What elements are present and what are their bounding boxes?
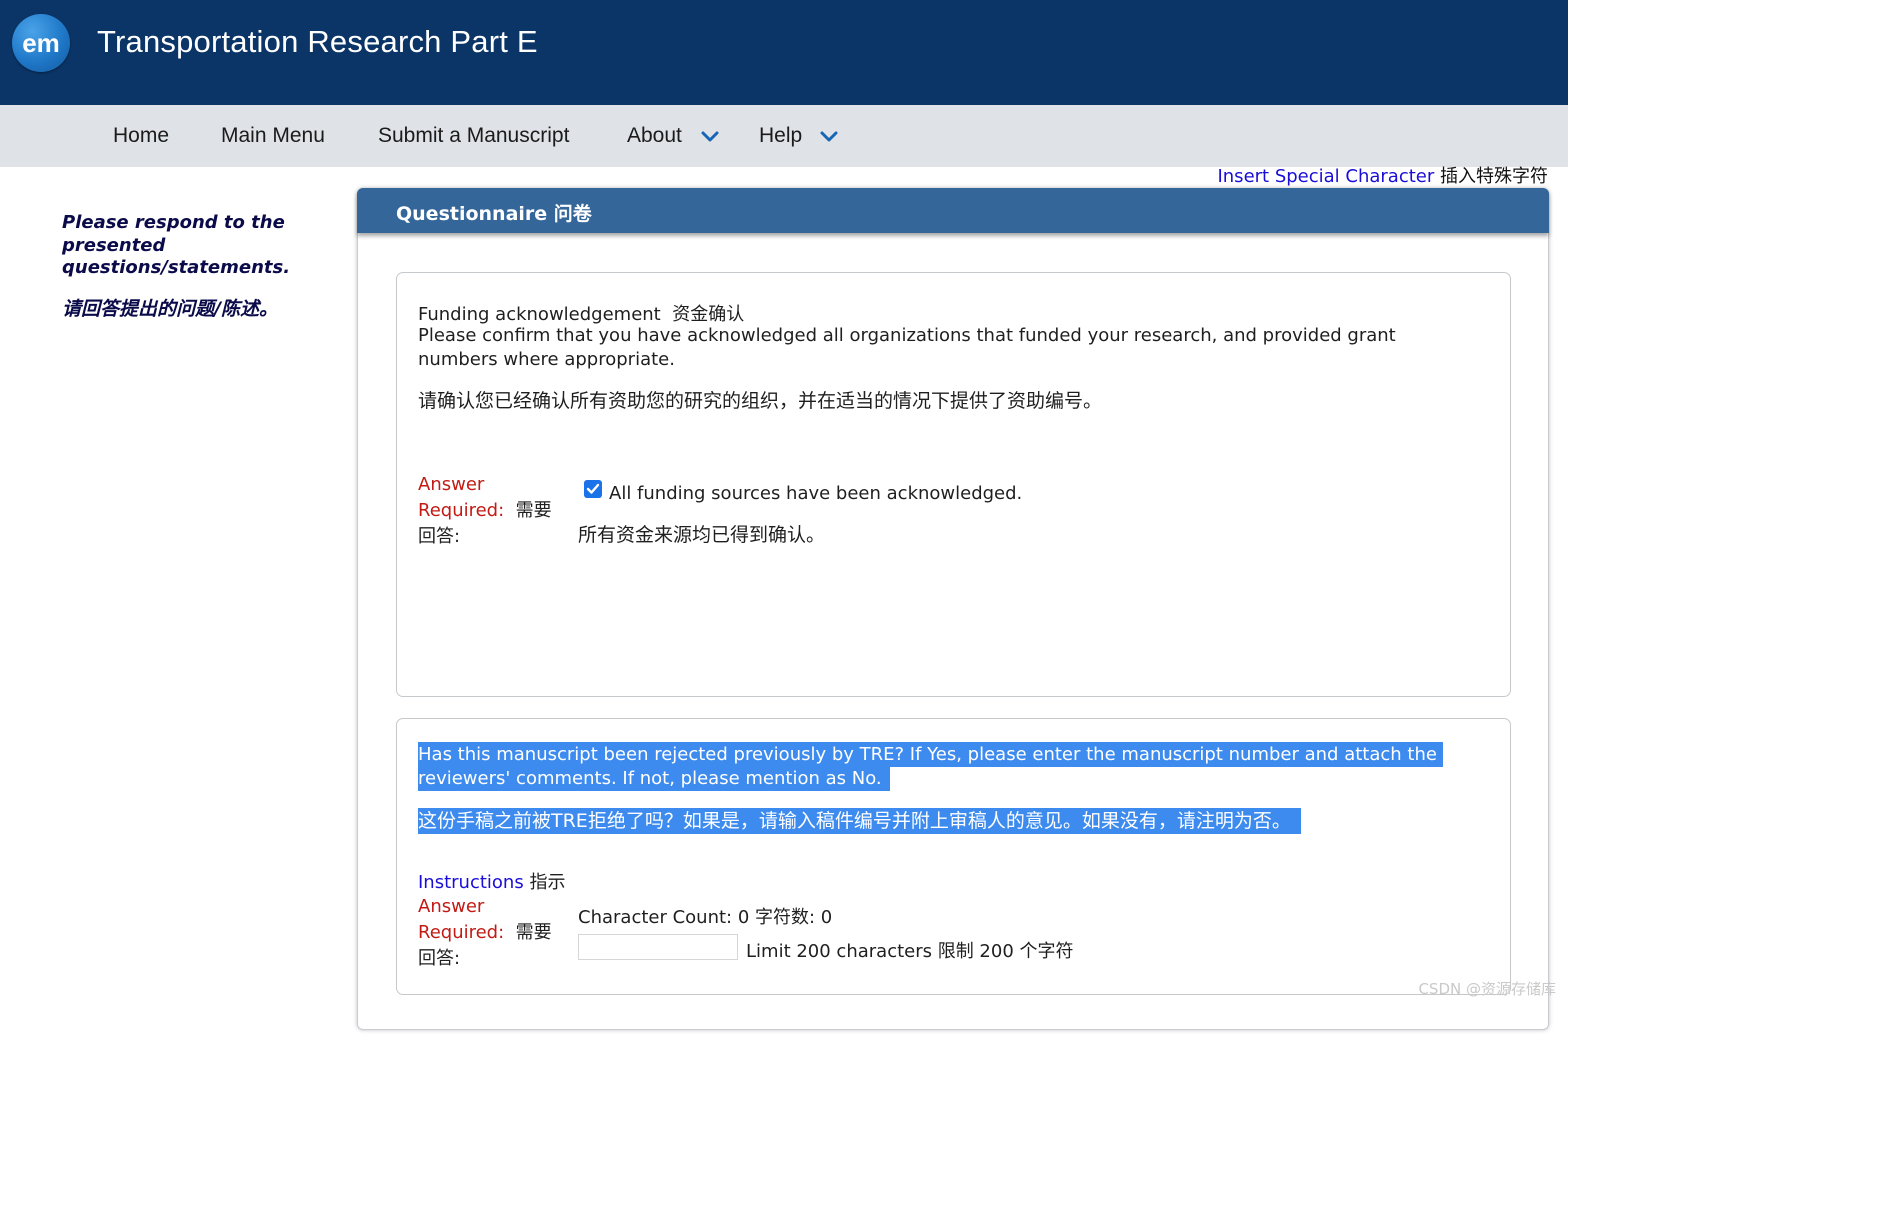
- chevron-down-icon[interactable]: [700, 126, 720, 146]
- insert-special-character-link[interactable]: Insert Special Character: [1217, 166, 1434, 187]
- character-limit: Limit 200 characters 限制 200 个字符: [746, 941, 1074, 962]
- nav-help[interactable]: Help: [759, 124, 802, 148]
- nav-home[interactable]: Home: [113, 124, 169, 148]
- em-logo[interactable]: em: [12, 14, 70, 72]
- question-text-zh: 请确认您已经确认所有资助您的研究的组织，并在适当的情况下提供了资助编号。: [418, 390, 1103, 412]
- nav-main-menu[interactable]: Main Menu: [221, 124, 325, 148]
- question-text: Has this manuscript been rejected previo…: [418, 742, 1485, 767]
- question-text: reviewers' comments. If not, please ment…: [418, 766, 890, 791]
- instructions-link[interactable]: Instructions: [418, 872, 524, 893]
- sidebar-instruction-zh: 请回答提出的问题/陈述。: [62, 298, 278, 320]
- sidebar-instruction: Please respond to the presented question…: [62, 212, 291, 278]
- instructions: Instructions 指示: [418, 872, 566, 893]
- character-count: Character Count: 0 字符数: 0: [578, 907, 833, 928]
- nav-about[interactable]: About: [627, 124, 682, 148]
- watermark: CSDN @资源存储库: [1418, 980, 1556, 998]
- journal-title: Transportation Research Part E: [97, 24, 538, 59]
- insert-special-character: Insert Special Character 插入特殊字符: [1217, 162, 1548, 188]
- question-text: Please confirm that you have acknowledge…: [418, 325, 1396, 346]
- checkbox-label-zh: 所有资金来源均已得到确认。: [578, 524, 826, 546]
- question-text: numbers where appropriate.: [418, 349, 675, 370]
- nav-submit-manuscript[interactable]: Submit a Manuscript: [378, 124, 569, 148]
- checkmark-icon: [586, 483, 600, 494]
- panel-title: Questionnaire 问卷: [396, 203, 592, 225]
- checkbox-label[interactable]: All funding sources have been acknowledg…: [609, 483, 1022, 504]
- chevron-down-icon[interactable]: [819, 126, 839, 146]
- insert-special-character-zh: 插入特殊字符: [1440, 166, 1548, 187]
- rejection-answer-input[interactable]: [578, 934, 738, 960]
- funding-acknowledged-checkbox[interactable]: [584, 480, 602, 498]
- answer-required-label: Answer Required: 需要 回答:: [418, 474, 552, 547]
- question-text-zh: 这份手稿之前被TRE拒绝了吗？如果是，请输入稿件编号并附上审稿人的意见。如果没有…: [418, 806, 1301, 834]
- answer-required-label: Answer Required: 需要 回答:: [418, 896, 552, 969]
- question-title: Funding acknowledgement 资金确认: [418, 304, 745, 325]
